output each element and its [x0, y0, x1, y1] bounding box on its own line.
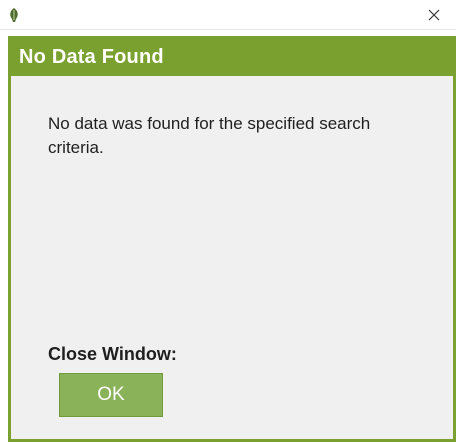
dialog-panel: No Data Found No data was found for the … [8, 36, 456, 442]
dialog-title: No Data Found [19, 46, 164, 68]
dialog-window: No Data Found No data was found for the … [0, 0, 456, 442]
close-window-label: Close Window: [48, 344, 177, 364]
window-close-button[interactable] [412, 0, 456, 30]
close-icon [428, 9, 440, 21]
leaf-icon [10, 8, 18, 22]
dialog-header: No Data Found [11, 39, 453, 76]
window-title-bar [0, 0, 456, 30]
dialog-message: No data was found for the specified sear… [48, 114, 371, 157]
ok-button[interactable]: OK [59, 373, 163, 417]
